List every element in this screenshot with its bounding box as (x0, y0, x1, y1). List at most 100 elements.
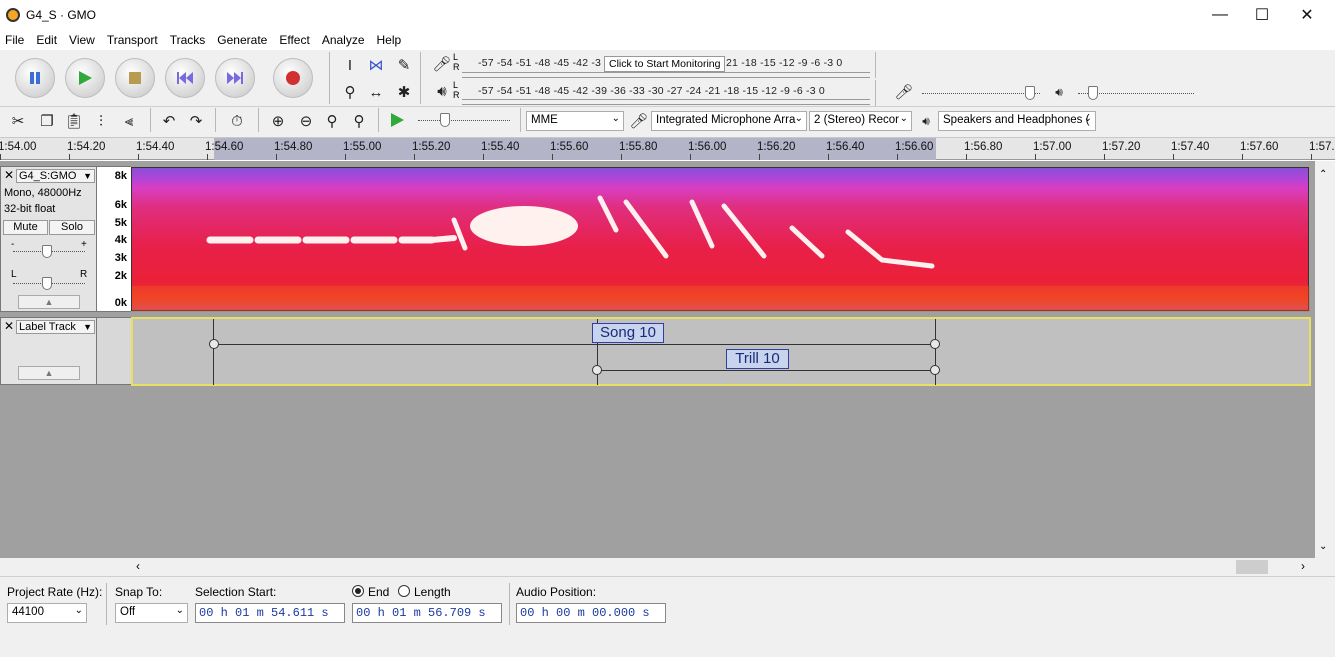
record-meter-mic-icon[interactable]: 🎤︎ (430, 52, 454, 76)
silence-audio-icon[interactable]: ⫷ (117, 109, 141, 133)
selection-end-field[interactable]: 00 h 01 m 56.709 s (352, 603, 502, 623)
time-shift-tool-icon[interactable]: ↔ (364, 80, 388, 104)
play-speed-slider[interactable] (440, 113, 450, 127)
track-name-menu[interactable]: G4_S:GMO ▼ (16, 169, 95, 183)
track-format-info: Mono, 48000Hz (4, 187, 82, 199)
play-icon (79, 71, 92, 85)
menu-generate[interactable]: Generate (212, 33, 274, 47)
label-end-handle[interactable] (930, 339, 940, 349)
spectrogram-song-trace (132, 195, 1310, 312)
scroll-down-icon[interactable]: ⌄ (1319, 541, 1327, 552)
selection-tool-icon[interactable]: I (338, 53, 362, 77)
menu-help[interactable]: Help (372, 33, 409, 47)
ruler-tick-mark (828, 154, 829, 160)
fit-selection-icon[interactable]: ⚲ (320, 109, 344, 133)
trim-audio-icon[interactable]: ⫶ (89, 109, 113, 133)
freq-label: 4k (114, 234, 127, 246)
draw-tool-icon[interactable]: ✎ (392, 53, 416, 77)
playback-meter-speaker-icon[interactable]: 🔊︎ (430, 79, 454, 103)
project-rate-select[interactable]: 44100 ⌄ (7, 603, 87, 623)
sync-lock-timer-icon[interactable]: ⏱ (225, 109, 249, 133)
label-track-name-menu[interactable]: Label Track ▼ (16, 320, 95, 334)
zoom-tool-icon[interactable]: ⚲ (338, 80, 362, 104)
meter-l-label: L (453, 52, 459, 62)
freq-label: 0k (114, 297, 127, 309)
chevron-down-icon: ⌄ (611, 113, 620, 124)
cut-icon[interactable]: ✂ (6, 109, 30, 133)
menu-tracks[interactable]: Tracks (165, 33, 213, 47)
zoom-in-icon[interactable]: ⊕ (266, 109, 290, 133)
envelope-tool-icon[interactable]: ⋈ (364, 53, 388, 77)
playback-volume-slider[interactable] (1088, 86, 1098, 100)
horizontal-scrollbar[interactable]: ‹ › (0, 558, 1335, 576)
spectrogram[interactable] (131, 167, 1310, 312)
solo-button[interactable]: Solo (49, 220, 95, 235)
frequency-scale: 8k 6k 5k 4k 3k 2k 0k (97, 166, 131, 312)
playback-device-select[interactable]: Speakers and Headphones ( ⌄ (938, 111, 1096, 131)
pause-button[interactable] (15, 58, 55, 98)
gain-slider[interactable] (42, 245, 52, 258)
paste-icon[interactable]: 📋︎ (62, 109, 86, 133)
copy-icon[interactable]: ❐ (35, 109, 59, 133)
snap-to-select[interactable]: Off ⌄ (115, 603, 188, 623)
scroll-right-icon[interactable]: › (1301, 559, 1305, 573)
recording-device-select[interactable]: Integrated Microphone Arra ⌄ (651, 111, 807, 131)
play-at-speed-button[interactable] (388, 111, 406, 132)
label-track-area[interactable]: Song 10 Trill 10 (131, 317, 1311, 386)
label-start-handle[interactable] (209, 339, 219, 349)
label-end-handle[interactable] (930, 365, 940, 375)
skip-start-icon (177, 72, 193, 84)
ruler-tick-mark (483, 154, 484, 160)
end-radio[interactable] (352, 585, 364, 597)
chevron-down-icon: ⌄ (175, 605, 184, 616)
gain-minus-label: - (11, 239, 15, 250)
menu-edit[interactable]: Edit (31, 33, 64, 47)
skip-to-end-button[interactable] (215, 58, 255, 98)
skip-to-start-button[interactable] (165, 58, 205, 98)
recording-device-mic-icon: 🎤︎ (629, 113, 649, 130)
recording-volume-slider[interactable] (1025, 86, 1035, 100)
snap-to-value: Off (120, 606, 136, 618)
audio-position-field[interactable]: 00 h 00 m 00.000 s (516, 603, 666, 623)
maximize-button[interactable]: ☐ (1239, 0, 1285, 30)
label-trill-10[interactable]: Trill 10 (726, 349, 789, 369)
multi-tool-icon[interactable]: ✱ (392, 80, 416, 104)
mute-button[interactable]: Mute (3, 220, 48, 235)
label-start-handle[interactable] (592, 365, 602, 375)
close-button[interactable]: ✕ (1284, 0, 1330, 30)
record-meter-scale[interactable]: -57 -54 -51 -48 -45 -42 -3 (478, 57, 601, 71)
scroll-left-icon[interactable]: ‹ (136, 559, 140, 573)
close-track-icon[interactable]: ✕ (3, 320, 15, 333)
menu-effect[interactable]: Effect (274, 33, 316, 47)
horizontal-scroll-thumb[interactable] (1236, 560, 1268, 574)
record-meter-scale-right[interactable]: 21 -18 -15 -12 -9 -6 -3 0 (726, 57, 842, 71)
selection-start-field[interactable]: 00 h 01 m 54.611 s (195, 603, 345, 623)
recording-channels-select[interactable]: 2 (Stereo) Recor ⌄ (809, 111, 912, 131)
fit-project-icon[interactable]: ⚲ (347, 109, 371, 133)
monitor-tooltip[interactable]: Click to Start Monitoring (604, 56, 726, 72)
record-button[interactable] (273, 58, 313, 98)
vertical-scrollbar[interactable]: ⌃ ⌄ (1315, 161, 1335, 558)
zoom-out-icon[interactable]: ⊖ (294, 109, 318, 133)
menu-transport[interactable]: Transport (102, 33, 165, 47)
playback-meter-scale[interactable]: -57 -54 -51 -48 -45 -42 -39 -36 -33 -30 … (478, 85, 825, 99)
label-song-10[interactable]: Song 10 (592, 323, 664, 343)
close-track-icon[interactable]: ✕ (3, 169, 15, 182)
timeline-ruler[interactable]: 1:54.00 1:54.20 1:54.40 1:54.60 1:54.80 1:55.… (0, 138, 1335, 160)
scroll-up-icon[interactable]: ⌃ (1319, 169, 1327, 180)
redo-icon[interactable]: ↷ (184, 109, 208, 133)
meter-r-label: R (453, 90, 460, 100)
play-button[interactable] (65, 58, 105, 98)
menu-view[interactable]: View (64, 33, 102, 47)
menu-file[interactable]: File (0, 33, 31, 47)
length-radio[interactable] (398, 585, 410, 597)
minimize-button[interactable]: — (1197, 0, 1243, 30)
menu-analyze[interactable]: Analyze (317, 33, 372, 47)
collapse-track-button[interactable]: ▲ (18, 295, 80, 309)
stop-button[interactable] (115, 58, 155, 98)
undo-icon[interactable]: ↶ (157, 109, 181, 133)
pan-slider[interactable] (42, 277, 52, 290)
length-radio-label: Length (414, 585, 451, 599)
audio-host-select[interactable]: MME ⌄ (526, 111, 624, 131)
collapse-track-button[interactable]: ▲ (18, 366, 80, 380)
